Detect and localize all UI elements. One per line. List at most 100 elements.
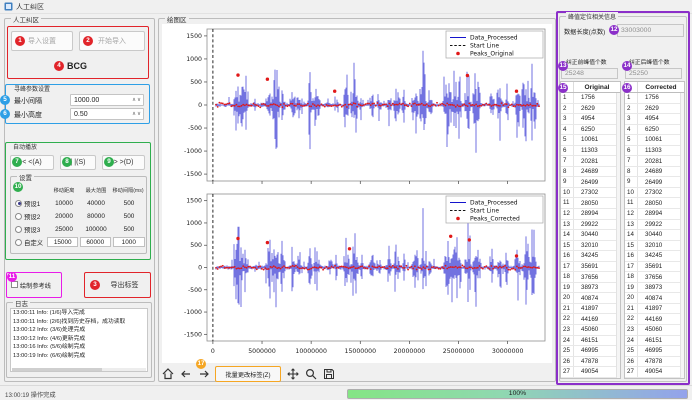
peak-table-row[interactable]: 46250 (561, 125, 620, 136)
peak-marker[interactable] (266, 241, 269, 244)
peak-table-row[interactable]: 2546995 (561, 346, 620, 357)
peak-table-row[interactable]: 2446151 (625, 336, 684, 347)
peak-table-row[interactable]: 1430440 (625, 230, 684, 241)
spin-down-icon[interactable]: ∨ (137, 97, 141, 103)
row-index: 2 (625, 104, 638, 114)
peak-table-row[interactable]: 2345060 (625, 325, 684, 336)
pan-icon[interactable] (286, 367, 299, 381)
peak-table-row[interactable]: 2345060 (561, 325, 620, 336)
save-icon[interactable] (322, 367, 335, 381)
peak-table-row[interactable]: 2141897 (625, 304, 684, 315)
peak-table-row[interactable]: 1532010 (561, 241, 620, 252)
peak-table-row[interactable]: 22629 (561, 104, 620, 115)
peak-table-row[interactable]: 1228994 (561, 209, 620, 220)
peak-marker[interactable] (333, 90, 336, 93)
peak-table-row[interactable]: 1938973 (561, 283, 620, 294)
peak-table-row[interactable]: 46250 (625, 125, 684, 136)
peak-table-row[interactable]: 2647878 (561, 357, 620, 368)
peak-table-row[interactable]: 1228994 (625, 209, 684, 220)
spin-down-icon[interactable]: ∨ (137, 111, 141, 117)
peak-table-row[interactable]: 824689 (625, 167, 684, 178)
peak-table-row[interactable]: 2244169 (561, 314, 620, 325)
signal-chart-original[interactable]: -1500-1000-500050010001500Data_Processed… (162, 24, 552, 189)
peak-table-row[interactable]: 611303 (625, 146, 684, 157)
peak-table-row[interactable]: 11756 (561, 93, 620, 104)
preset-radio[interactable] (15, 213, 22, 220)
peak-table-row[interactable]: 611303 (561, 146, 620, 157)
peak-marker[interactable] (515, 254, 518, 257)
peak-table-row[interactable]: 34954 (561, 114, 620, 125)
peak-table-row[interactable]: 1027302 (625, 188, 684, 199)
peak-table-row[interactable]: 1128050 (561, 198, 620, 209)
peak-marker[interactable] (466, 74, 469, 77)
peak-table-row[interactable]: 1329922 (625, 220, 684, 231)
peak-table-row[interactable]: 510061 (625, 135, 684, 146)
peak-table-row[interactable]: 2141897 (561, 304, 620, 315)
peak-table-row[interactable]: 1027302 (561, 188, 620, 199)
batch-edit-labels-button[interactable]: 批量更改标签(Z) (215, 366, 281, 382)
peak-table-row[interactable]: 2040874 (561, 293, 620, 304)
home-icon[interactable] (161, 367, 174, 381)
peak-marker[interactable] (468, 238, 471, 241)
peak-table-row[interactable]: 2647878 (625, 357, 684, 368)
peak-table-row[interactable]: 824689 (561, 167, 620, 178)
peak-table-row[interactable]: 1634245 (625, 251, 684, 262)
row-value: 29922 (574, 221, 620, 228)
spin-up-icon[interactable]: ∧ (132, 97, 136, 103)
peak-info-title: 峰值定位相关信息 (566, 12, 618, 21)
corrected-table-scrollbar[interactable] (680, 93, 684, 378)
peak-marker[interactable] (236, 237, 239, 240)
peak-table-row[interactable]: 11756 (625, 93, 684, 104)
peak-table-row[interactable]: 1735691 (561, 262, 620, 273)
peak-table-row[interactable]: 2749054 (625, 367, 684, 378)
left-panel-title: 人工纠区 (11, 14, 41, 24)
peak-marker[interactable] (449, 235, 452, 238)
preset-radio[interactable] (15, 226, 22, 233)
peak-table-row[interactable]: 720281 (625, 156, 684, 167)
peak-table-row[interactable]: 1938973 (625, 283, 684, 294)
peak-table-row[interactable]: 1430440 (561, 230, 620, 241)
peak-table-row[interactable]: 720281 (561, 156, 620, 167)
peak-marker[interactable] (515, 90, 518, 93)
row-value: 20281 (574, 158, 620, 165)
peak-table-row[interactable]: 2446151 (561, 336, 620, 347)
min-interval-spinbox[interactable]: 1000.00 ∧∨ (70, 94, 144, 106)
corrected-peaks-table[interactable]: Corrected 117562262934954462505100616113… (624, 81, 685, 379)
signal-chart-corrected[interactable]: -1500-1000-50005001000150005000000100000… (162, 189, 552, 363)
original-peaks-table[interactable]: Original 1175622629349544625051006161130… (560, 81, 621, 379)
peak-table-row[interactable]: 1128050 (625, 198, 684, 209)
peak-table-row[interactable]: 2040874 (625, 293, 684, 304)
peak-marker[interactable] (236, 73, 239, 76)
forward-icon[interactable] (197, 367, 210, 381)
log-lines[interactable]: 13:00:11 Info: (1/6)导入完成13:00:11 Info: (… (10, 308, 148, 372)
peak-table-row[interactable]: 2244169 (625, 314, 684, 325)
peak-marker[interactable] (266, 78, 269, 81)
peak-table-row[interactable]: 2749054 (561, 367, 620, 378)
preset-value[interactable]: 15000 (47, 237, 78, 247)
row-value: 4954 (638, 115, 684, 122)
peak-table-row[interactable]: 1532010 (625, 241, 684, 252)
log-scrollbar[interactable] (12, 368, 146, 371)
preset-value[interactable]: 1000 (113, 237, 145, 247)
peak-table-row[interactable]: 926499 (561, 177, 620, 188)
peak-table-row[interactable]: 2546995 (625, 346, 684, 357)
zoom-icon[interactable] (304, 367, 317, 381)
peak-table-row[interactable]: 926499 (625, 177, 684, 188)
preset-radio[interactable] (15, 200, 22, 207)
spin-up-icon[interactable]: ∧ (132, 111, 136, 117)
preset-value[interactable]: 60000 (80, 237, 111, 247)
peak-table-row[interactable]: 510061 (561, 135, 620, 146)
peak-marker[interactable] (348, 247, 351, 250)
preset-radio[interactable] (15, 239, 22, 246)
peak-table-row[interactable]: 1837656 (625, 272, 684, 283)
peak-table-row[interactable]: 1837656 (561, 272, 620, 283)
back-icon[interactable] (179, 367, 192, 381)
peak-table-row[interactable]: 22629 (625, 104, 684, 115)
draw-refline-checkbox[interactable] (11, 281, 18, 288)
peak-table-row[interactable]: 1735691 (625, 262, 684, 273)
peak-table-row[interactable]: 1329922 (561, 220, 620, 231)
original-table-scrollbar[interactable] (616, 93, 620, 378)
min-height-spinbox[interactable]: 0.50 ∧∨ (70, 108, 144, 120)
peak-table-row[interactable]: 34954 (625, 114, 684, 125)
peak-table-row[interactable]: 1634245 (561, 251, 620, 262)
